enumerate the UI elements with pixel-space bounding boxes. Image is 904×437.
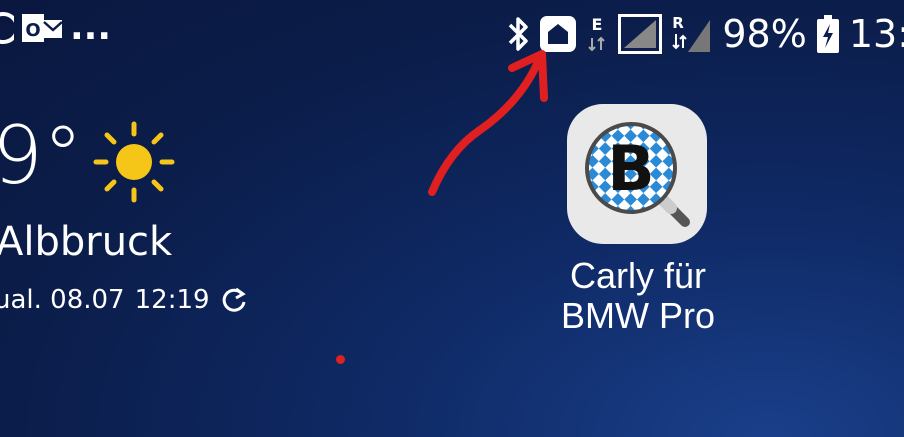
annotation-arrow [428, 50, 548, 196]
roaming-letter: R [673, 14, 685, 32]
annotation-dot [336, 355, 345, 364]
weather-city[interactable]: Albbruck [0, 222, 172, 262]
sync-icon [0, 12, 14, 44]
signal-sim1-icon [618, 14, 663, 54]
carly-logo-icon: B [585, 122, 690, 227]
outlook-icon: O [22, 14, 62, 42]
status-bar-left: O ... [0, 10, 111, 46]
sun-icon[interactable] [92, 120, 176, 204]
mobile-data-type: E [592, 15, 603, 34]
weather-temperature[interactable]: 9° [0, 116, 83, 196]
weather-updated-time: 12:19 [134, 285, 210, 315]
more-notifications: ... [70, 7, 112, 48]
weather-updated: ual. 08.07 12:19 [0, 285, 248, 315]
refresh-icon[interactable] [220, 286, 248, 314]
outlook-letter: O [25, 20, 40, 41]
carly-app-label[interactable]: Carly für BMW Pro [540, 255, 736, 337]
signal-sim2-roaming-icon: R [673, 14, 711, 52]
status-clock: 13: [848, 12, 904, 56]
carly-app-icon[interactable]: B [567, 104, 707, 244]
battery-percent: 98% [722, 12, 807, 56]
app-label-line1: Carly für [569, 255, 707, 296]
app-label-line2: BMW Pro [560, 295, 715, 337]
carly-logo-letter: B [607, 132, 654, 205]
weather-updated-date: ual. 08.07 [0, 285, 125, 315]
battery-charging-icon [816, 15, 839, 53]
mobile-data-icon: E [588, 15, 606, 52]
status-bar-right: E R 98% 13: [506, 8, 904, 60]
